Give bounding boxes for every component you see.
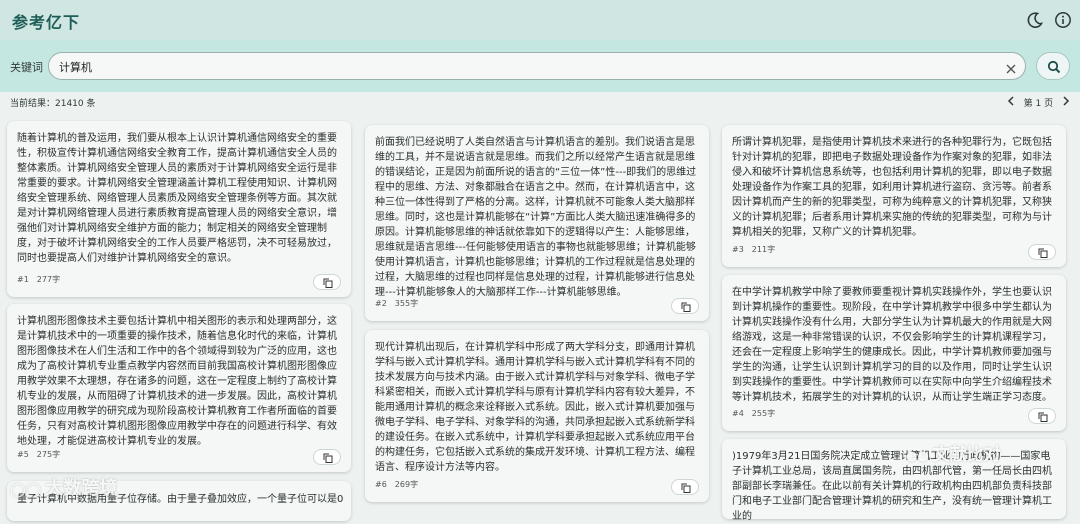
card-number: #5 (17, 450, 29, 459)
copy-button[interactable] (671, 479, 699, 495)
card-char-count: 255字 (751, 409, 776, 418)
result-card: 随着计算机的普及运用，我们要从根本上认识计算机通信网络安全的重要性，积极宣传计算… (7, 121, 351, 297)
top-bar: 参考亿下 (0, 0, 1080, 40)
info-icon[interactable] (1054, 11, 1072, 29)
copy-button[interactable] (671, 298, 699, 314)
watermark-left: ◯◯ 大数跨境 (10, 474, 117, 500)
page-label: 第 1 页 (1023, 99, 1054, 109)
search-button[interactable] (1036, 52, 1070, 80)
card-meta: #6 269字 (375, 479, 426, 490)
prev-page-icon[interactable] (1007, 96, 1015, 109)
card-number: #2 (375, 299, 387, 308)
card-text: 现代计算机出现后，在计算机学科中形成了两大学科分支，即通用计算机学科与嵌入式计算… (375, 342, 695, 473)
card-meta: #2 355字 (375, 298, 426, 309)
watermark-logo-icon: ◯◯ (10, 482, 42, 498)
result-card: 所谓计算机犯罪，是指使用计算机技术来进行的各种犯罪行为，它既包括针对计算机的犯罪… (722, 125, 1066, 267)
copy-icon (681, 483, 691, 493)
wechat-icon: ●● (906, 449, 929, 464)
app-title: 参考亿下 (12, 13, 81, 32)
card-meta: #4 255字 (732, 408, 783, 419)
result-card: )1979年3月21日国务院决定成立管理计算机工业的行政机构——国家电子计算机工… (722, 439, 1066, 522)
card-text: 所谓计算机犯罪，是指使用计算机技术来进行的各种犯罪行为，它既包括针对计算机的犯罪… (732, 137, 1052, 238)
copy-icon (323, 453, 333, 463)
moon-icon[interactable] (1026, 11, 1044, 29)
card-number: #3 (732, 245, 744, 254)
card-char-count: 275字 (36, 450, 61, 459)
card-number: #4 (732, 409, 744, 418)
card-meta: #3 211字 (732, 244, 783, 255)
card-char-count: 277字 (36, 275, 61, 284)
card-number: #1 (17, 275, 29, 284)
card-text: 前面我们已经说明了人类自然语言与计算机语言的差别。我们说语言是思维的工具，并不是… (375, 137, 697, 298)
watermark-left-text: 大数跨境 (45, 478, 118, 499)
card-text: 随着计算机的普及运用，我们要从根本上认识计算机通信网络安全的重要性，积极宣传计算… (17, 133, 337, 264)
copy-button[interactable] (1028, 408, 1056, 424)
result-card: 现代计算机出现后，在计算机学科中形成了两大学科分支，即通用计算机学科与嵌入式计算… (365, 330, 709, 502)
result-count: 当前结果：21410 条 (10, 99, 96, 109)
search-label: 关键词 (10, 61, 43, 74)
copy-icon (681, 302, 691, 312)
card-text: )1979年3月21日国务院决定成立管理计算机工业的行政机构——国家电子计算机工… (732, 451, 1052, 522)
result-bar: 当前结果：21410 条 第 1 页 (0, 92, 1080, 114)
watermark-right: ●● 文献比对 (906, 440, 1001, 465)
copy-icon (1038, 412, 1048, 422)
card-number: #6 (375, 480, 387, 489)
result-card: 前面我们已经说明了人类自然语言与计算机语言的差别。我们说语言是思维的工具，并不是… (365, 125, 709, 321)
search-bar: 关键词 (0, 40, 1080, 92)
search-box[interactable] (48, 52, 1026, 80)
result-card: 在中学计算机教学中除了要教师要重视计算机实践操作外，学生也要认识到计算机操作的重… (722, 275, 1066, 431)
next-page-icon[interactable] (1062, 96, 1070, 109)
copy-button[interactable] (313, 449, 341, 465)
copy-icon (323, 278, 333, 288)
copy-icon (1038, 248, 1048, 258)
search-input[interactable] (57, 58, 991, 76)
card-char-count: 355字 (394, 299, 419, 308)
watermark-right-text: 文献比对 (932, 445, 1001, 465)
card-char-count: 269字 (394, 480, 419, 489)
card-char-count: 211字 (751, 245, 776, 254)
pager: 第 1 页 (1007, 96, 1070, 109)
card-text: 计算机图形图像技术主要包括计算机中相关图形的表示和处理两部分，这是计算机技术中的… (17, 316, 337, 447)
card-text: 在中学计算机教学中除了要教师要重视计算机实践操作外，学生也要认识到计算机操作的重… (732, 287, 1052, 403)
copy-button[interactable] (313, 274, 341, 290)
result-card: 计算机图形图像技术主要包括计算机中相关图形的表示和处理两部分，这是计算机技术中的… (7, 304, 351, 472)
clear-icon[interactable] (1005, 60, 1017, 74)
card-meta: #5 275字 (17, 449, 68, 460)
card-meta: #1 277字 (17, 274, 68, 285)
search-icon (1047, 60, 1061, 74)
copy-button[interactable] (1028, 244, 1056, 260)
